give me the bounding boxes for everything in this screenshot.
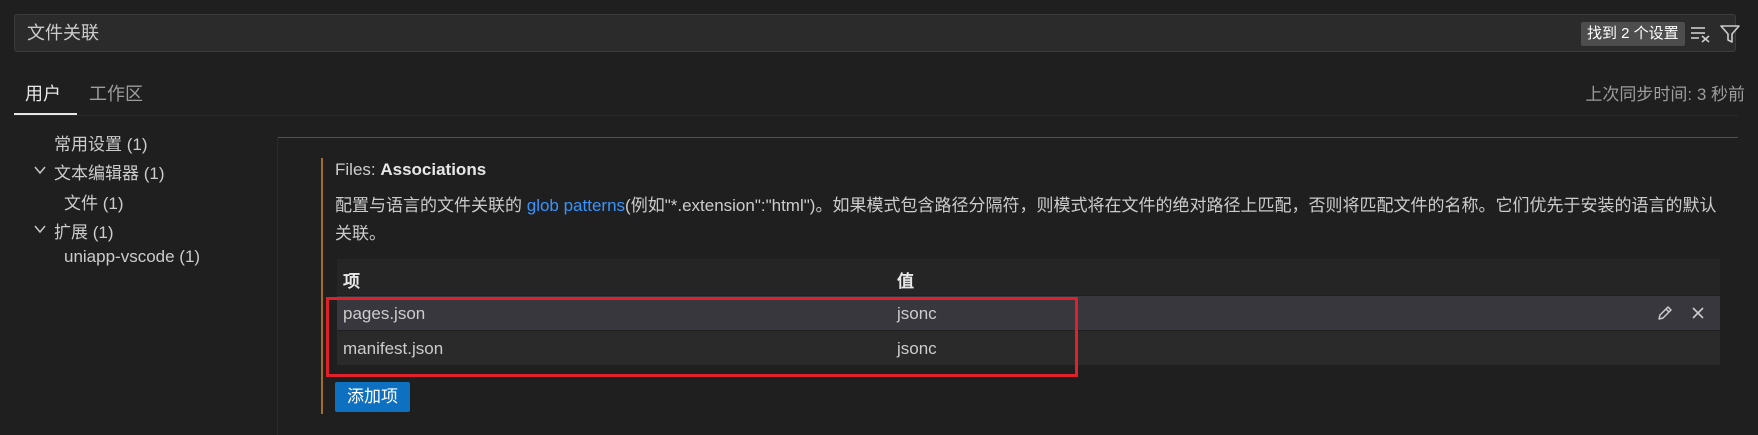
close-icon[interactable]	[1688, 303, 1708, 323]
table-row[interactable]: manifest.json jsonc	[337, 331, 1720, 365]
row-key: pages.json	[343, 304, 426, 323]
chevron-down-icon[interactable]	[33, 163, 47, 177]
sync-status: 上次同步时间: 3 秒前	[1585, 85, 1745, 104]
row-value: jsonc	[897, 304, 937, 323]
toc-item-text-editor[interactable]: 文本编辑器 (1)	[54, 159, 165, 184]
toc-item-common[interactable]: 常用设置 (1)	[54, 130, 148, 155]
setting-category: Files:	[335, 160, 381, 179]
search-input[interactable]	[25, 15, 1525, 51]
toc-item-extensions[interactable]: 扩展 (1)	[54, 218, 114, 243]
table-row[interactable]: pages.json jsonc	[337, 296, 1720, 330]
clear-filter-icon[interactable]	[1689, 23, 1713, 45]
add-item-button[interactable]: 添加项	[335, 382, 410, 412]
toc-divider	[277, 138, 278, 435]
header-value: 值	[897, 272, 914, 291]
tabs-divider	[14, 115, 1738, 116]
toc-item-uniapp-vscode[interactable]: uniapp-vscode (1)	[64, 247, 200, 267]
filter-icon[interactable]	[1718, 23, 1742, 45]
tab-workspace[interactable]: 工作区	[89, 80, 143, 106]
setting-description-prefix: 配置与语言的文件关联的	[335, 196, 527, 215]
setting-name: Associations	[380, 160, 487, 179]
edit-icon[interactable]	[1655, 303, 1675, 323]
toc-item-files[interactable]: 文件 (1)	[64, 189, 124, 214]
setting-description: 配置与语言的文件关联的 glob patterns(例如"*.extension…	[335, 192, 1720, 248]
row-value: jsonc	[897, 339, 937, 358]
associations-table-header: 项 值	[337, 259, 1720, 295]
setting-title: Files: Associations	[335, 160, 486, 180]
search-result-count-badge: 找到 2 个设置	[1581, 22, 1685, 46]
row-key: manifest.json	[343, 339, 444, 358]
tab-user[interactable]: 用户	[25, 80, 61, 106]
setting-modified-indicator	[321, 158, 323, 414]
settings-editor-top-border	[278, 137, 1738, 138]
glob-patterns-link[interactable]: glob patterns	[527, 196, 625, 215]
chevron-down-icon[interactable]	[33, 222, 47, 236]
header-key: 项	[343, 272, 360, 291]
settings-search-bar: 找到 2 个设置	[14, 14, 1740, 52]
